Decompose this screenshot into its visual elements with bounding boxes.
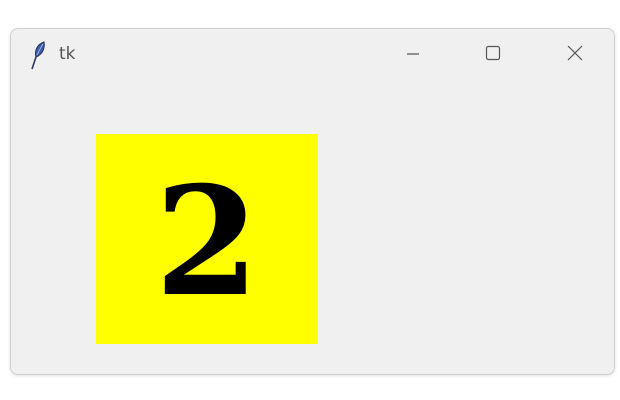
app-window: tk 2 — [10, 28, 615, 375]
minimize-button[interactable] — [393, 39, 433, 71]
number-label: 2 — [154, 154, 260, 330]
maximize-button[interactable] — [473, 39, 513, 71]
window-content: 2 — [11, 83, 614, 374]
feather-icon — [28, 41, 48, 71]
close-icon — [567, 45, 583, 65]
maximize-icon — [485, 45, 501, 65]
window-title: tk — [59, 44, 76, 64]
title-bar[interactable]: tk — [11, 29, 614, 83]
number-tile: 2 — [96, 134, 318, 344]
close-button[interactable] — [555, 39, 595, 71]
minimize-icon — [406, 46, 420, 65]
